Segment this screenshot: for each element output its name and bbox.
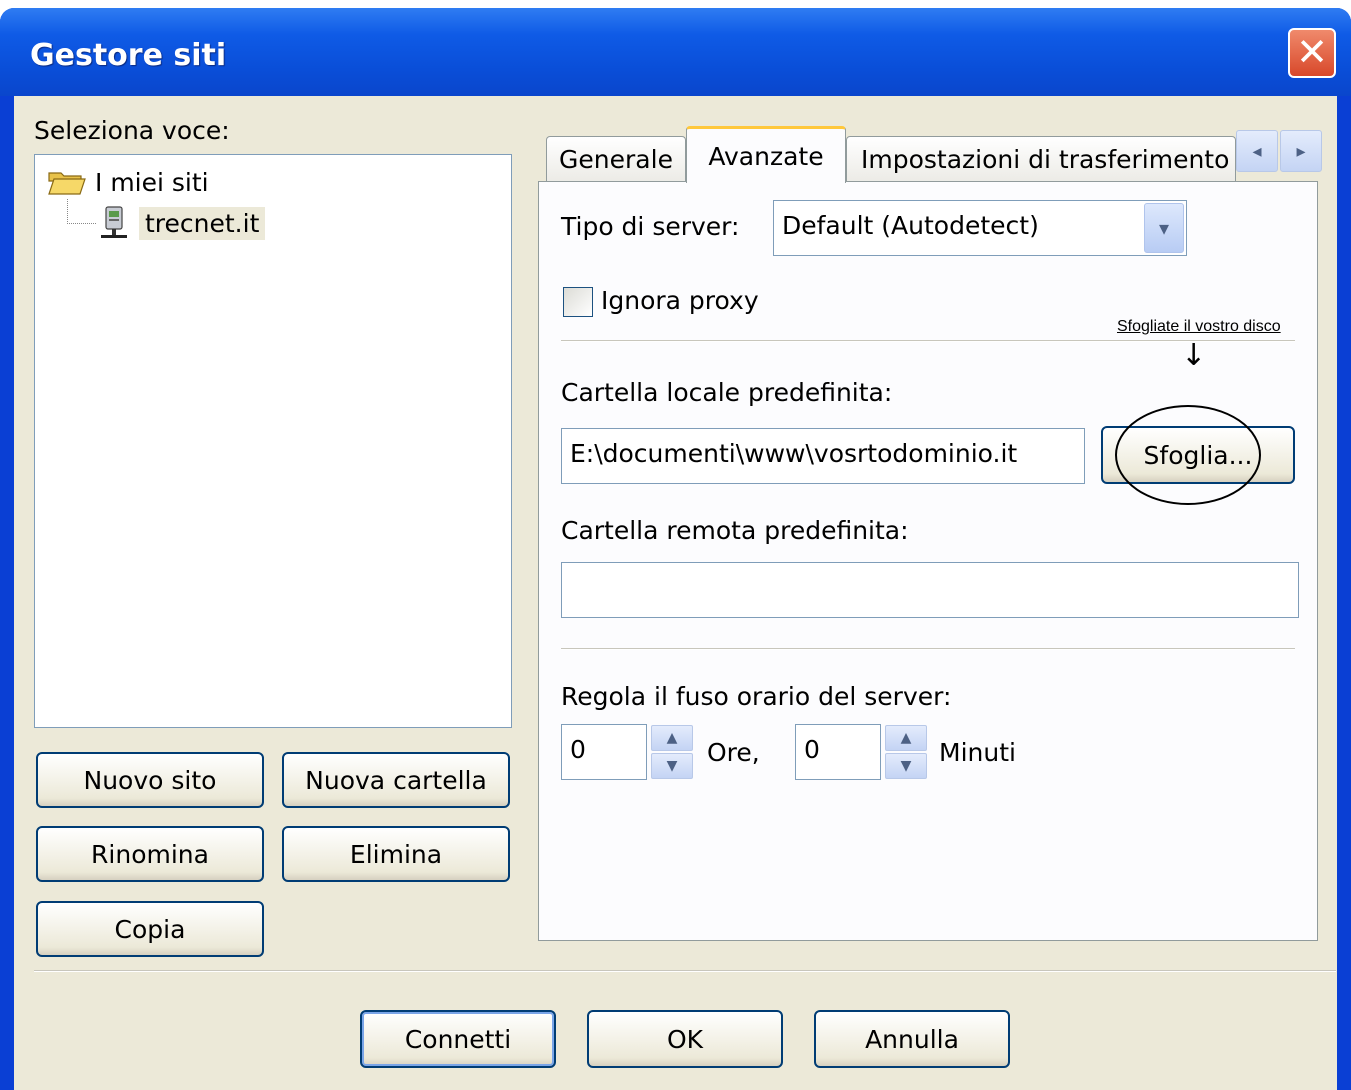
server-icon [99,205,129,241]
spin-down-icon[interactable]: ▼ [885,753,927,779]
minutes-value: 0 [804,735,820,764]
separator [561,648,1295,650]
title-bar[interactable]: Gestore siti ✕ [0,8,1351,96]
tab-scroll: ◂ ▸ [1236,130,1322,172]
server-type-select[interactable]: Default (Autodetect) ▾ [773,200,1187,256]
tab-scroll-left-icon[interactable]: ◂ [1236,130,1278,172]
local-dir-value: E:\documenti\www\vosrtodominio.it [570,439,1018,468]
delete-button[interactable]: Elimina [282,826,510,882]
local-dir-input[interactable]: E:\documenti\www\vosrtodominio.it [561,428,1085,484]
minutes-spinner: ▲ ▼ [885,725,927,779]
tree-item-my-sites[interactable]: I miei siti [47,167,209,197]
site-manager-window: Gestore siti ✕ Seleziona voce: I miei si… [0,8,1351,1090]
annotation-note: Sfogliate il vostro disco [1117,318,1281,335]
spin-up-icon[interactable]: ▲ [651,725,693,751]
tab-advanced[interactable]: Avanzate [686,126,846,183]
new-site-button[interactable]: Nuovo sito [36,752,264,808]
ok-button[interactable]: OK [587,1010,783,1068]
footer-separator [34,970,1336,972]
spin-up-icon[interactable]: ▲ [885,725,927,751]
tree-connector [67,199,96,224]
minutes-input[interactable]: 0 [795,724,881,780]
spin-down-icon[interactable]: ▼ [651,753,693,779]
window-title: Gestore siti [30,38,227,73]
server-type-value: Default (Autodetect) [782,211,1039,240]
hours-value: 0 [570,735,586,764]
tab-general[interactable]: Generale [546,136,686,182]
remote-dir-input[interactable] [561,562,1299,618]
folder-open-icon [47,167,87,197]
select-entry-label: Seleziona voce: [34,116,230,145]
tree-item-label: trecnet.it [139,206,266,240]
hours-spinner: ▲ ▼ [651,725,693,779]
advanced-tab-panel: Tipo di server: Default (Autodetect) ▾ I… [538,181,1318,941]
tab-scroll-right-icon[interactable]: ▸ [1280,130,1322,172]
hours-label: Ore, [707,738,760,767]
local-dir-label: Cartella locale predefinita: [561,378,893,407]
remote-dir-label: Cartella remota predefinita: [561,516,909,545]
hours-input[interactable]: 0 [561,724,647,780]
bypass-proxy-label: Ignora proxy [601,286,759,315]
tree-item-trecnet[interactable]: trecnet.it [99,205,266,241]
tab-transfer-settings[interactable]: Impostazioni di trasferimento [846,136,1236,182]
minutes-label: Minuti [939,738,1016,767]
dialog-body: Seleziona voce: I miei siti trecnet.it N… [14,96,1337,1090]
new-folder-button[interactable]: Nuova cartella [282,752,510,808]
annotation-circle [1115,405,1261,505]
annotation-arrow-icon: ↓ [1181,338,1207,373]
server-type-label: Tipo di server: [561,212,740,241]
bypass-proxy-checkbox[interactable] [563,287,593,317]
copy-button[interactable]: Copia [36,901,264,957]
chevron-down-icon[interactable]: ▾ [1144,203,1184,253]
rename-button[interactable]: Rinomina [36,826,264,882]
timezone-label: Regola il fuso orario del server: [561,682,952,711]
tree-item-label: I miei siti [95,167,209,197]
close-button[interactable]: ✕ [1288,28,1336,78]
connect-button[interactable]: Connetti [360,1010,556,1068]
site-tree[interactable]: I miei siti trecnet.it [34,154,512,728]
cancel-button[interactable]: Annulla [814,1010,1010,1068]
